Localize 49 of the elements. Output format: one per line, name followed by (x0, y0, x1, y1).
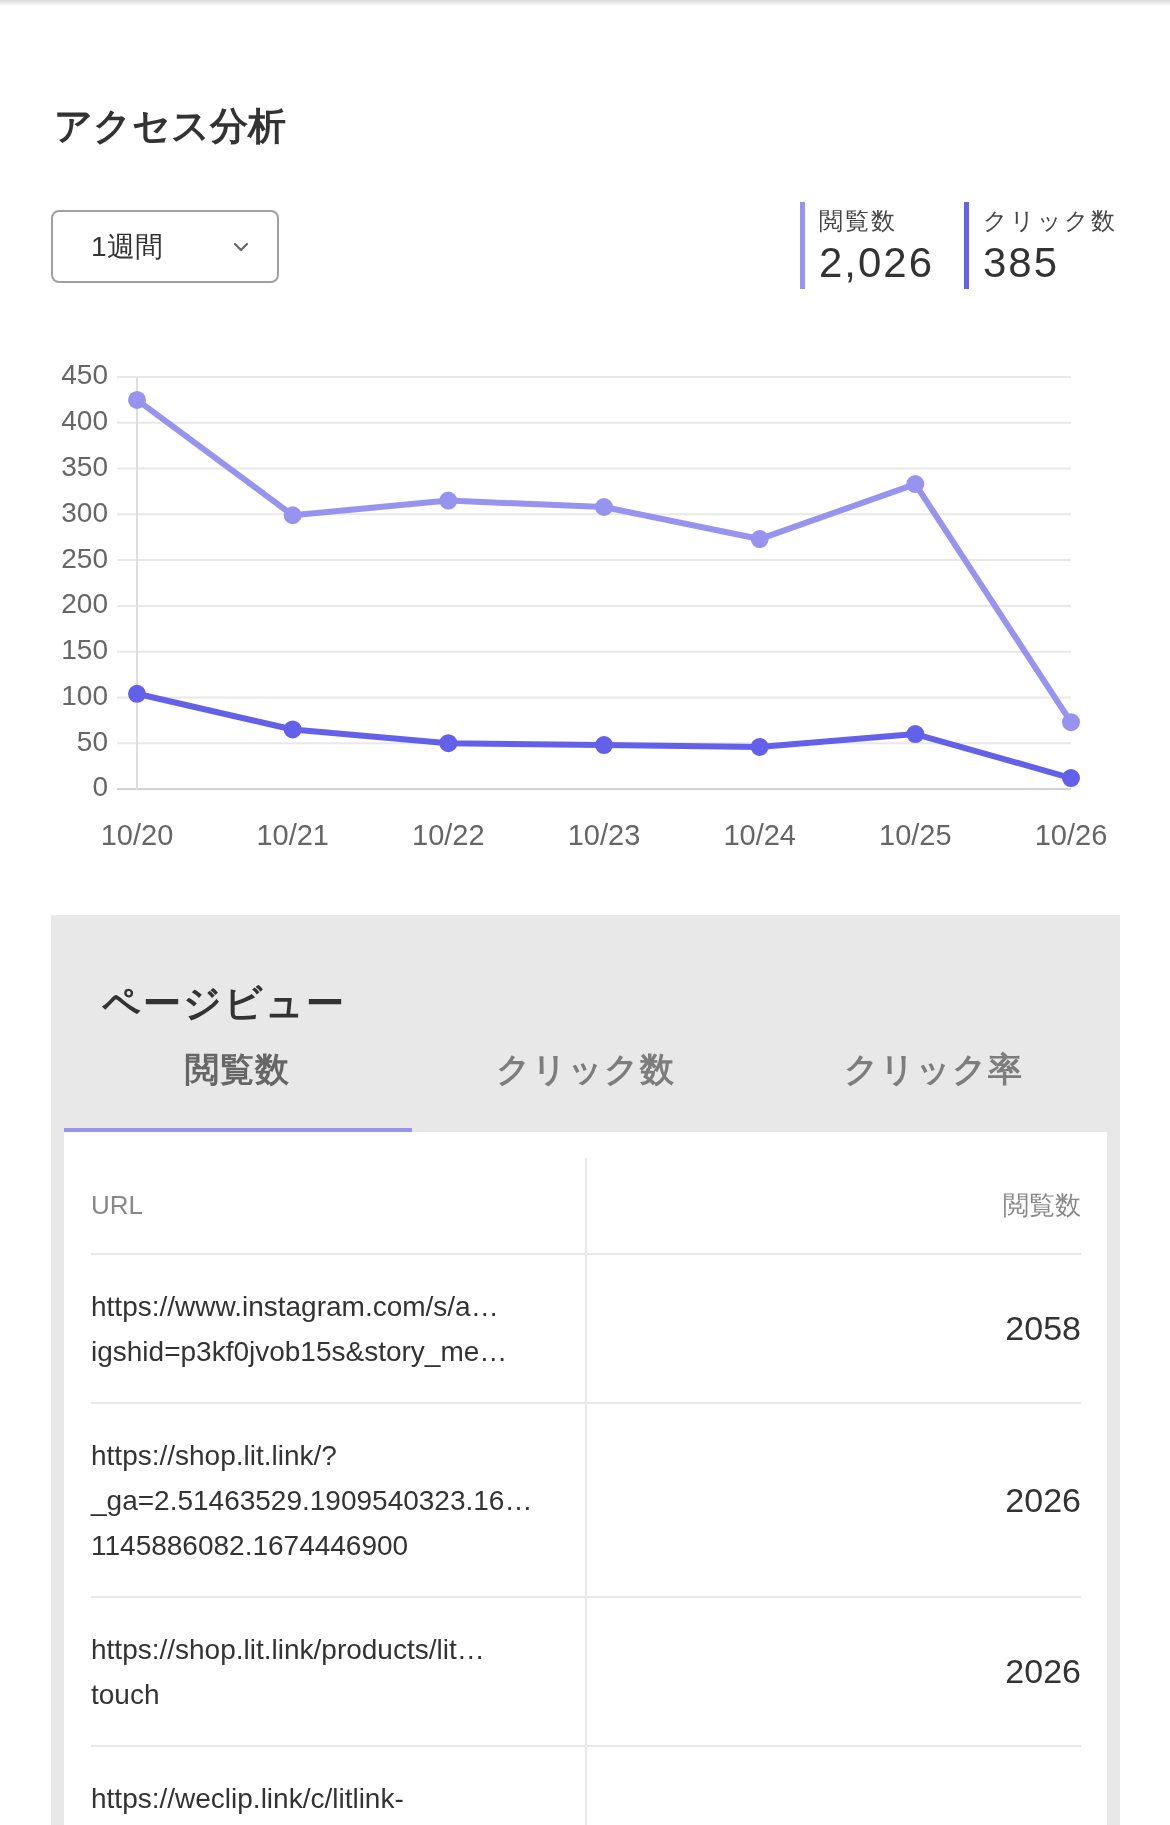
y-axis-label: 150 (61, 634, 108, 666)
data-point (906, 475, 925, 494)
y-axis-label: 0 (92, 771, 108, 803)
y-axis-label: 400 (61, 405, 108, 437)
stat-value: 2,026 (818, 238, 934, 288)
data-point (128, 684, 146, 703)
tab[interactable]: クリック率 (759, 1030, 1107, 1132)
y-axis-label: 200 (61, 588, 108, 620)
stat-value: 385 (983, 238, 1060, 288)
view-count: 2026 (1005, 1651, 1081, 1692)
x-axis-label: 10/23 (567, 818, 641, 851)
data-point (595, 498, 613, 516)
data-point (283, 506, 302, 525)
stat-label: 閲覧数 (818, 206, 897, 236)
x-axis-label: 10/21 (256, 818, 329, 851)
url-text: https://www.instagram.com/s/a… igshid=p3kf0jvob15s&story_me… (91, 1290, 508, 1369)
y-axis-label: 250 (61, 542, 108, 574)
y-axis-label: 100 (61, 679, 108, 711)
data-point (1062, 769, 1080, 787)
data-point (439, 734, 458, 753)
y-axis-label: 350 (61, 450, 108, 482)
data-point (439, 491, 458, 510)
data-point (906, 725, 925, 744)
y-axis-label: 450 (61, 359, 108, 391)
x-axis-label: 10/22 (412, 818, 485, 851)
x-axis-label: 10/20 (100, 818, 174, 851)
data-point (750, 530, 769, 549)
y-axis-label: 50 (76, 725, 108, 757)
data-point (1062, 713, 1080, 732)
url-text: https://shop.lit.link/? _ga=2.51463529.1909540323.16… 1145886082.1674446900 (91, 1439, 533, 1563)
x-axis-label: 10/24 (723, 818, 796, 851)
x-axis-label: 10/26 (1034, 818, 1108, 851)
stat-label: クリック数 (983, 206, 1117, 236)
tab[interactable]: クリック数 (411, 1030, 760, 1132)
y-axis-label: 300 (61, 496, 108, 528)
period-select[interactable]: 1週間 (51, 210, 279, 283)
url-text: https://shop.lit.link/products/lit… touch (91, 1633, 485, 1712)
url-text: https://weclip.link/c/litlink- (91, 1782, 404, 1816)
view-count: 2026 (1005, 1479, 1081, 1521)
data-point (128, 390, 146, 409)
data-point (750, 737, 769, 756)
column-header: URL (91, 1189, 143, 1222)
data-point (283, 720, 302, 739)
page-title: アクセス分析 (53, 104, 286, 149)
x-axis-label: 10/25 (879, 818, 952, 851)
view-count: 2058 (1005, 1308, 1081, 1349)
data-point (595, 736, 613, 755)
panel-title: ページビュー (102, 981, 346, 1026)
column-header: 閲覧数 (1003, 1189, 1081, 1222)
